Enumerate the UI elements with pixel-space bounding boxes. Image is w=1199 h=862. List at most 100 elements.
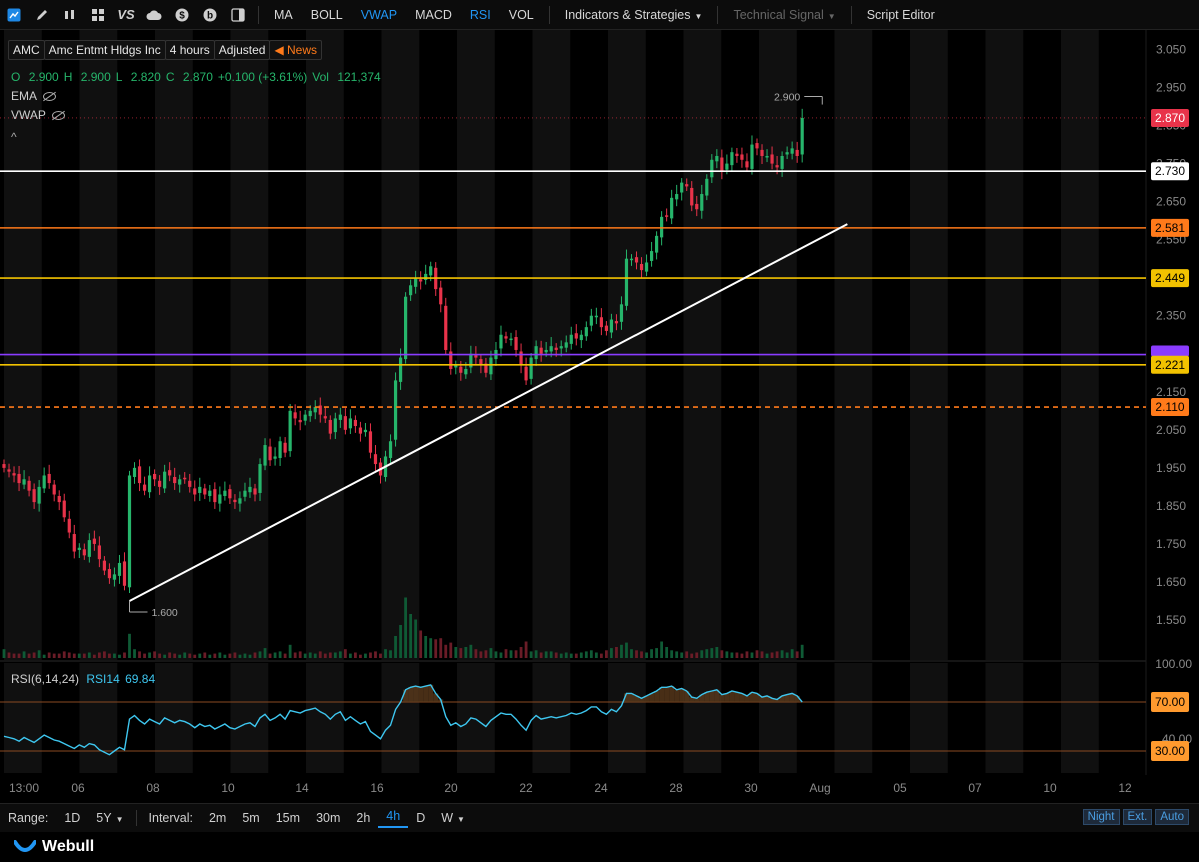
time-tick-label: Aug	[809, 781, 830, 795]
interval-15m[interactable]: 15m	[268, 811, 308, 825]
interval-30m[interactable]: 30m	[308, 811, 348, 825]
session-stripe	[985, 30, 1024, 660]
volume-bar	[153, 651, 156, 658]
open-label: O	[11, 70, 21, 84]
symbol-chip[interactable]: AMC	[8, 40, 45, 60]
price-tag-label: 2.730	[1155, 164, 1185, 178]
price-chart-svg[interactable]: 2.9001.600 3.0502.9502.8502.7502.6502.55…	[0, 30, 1199, 800]
interval-2h[interactable]: 2h	[348, 811, 378, 825]
night-mode-button[interactable]: Night	[1082, 809, 1120, 825]
volume-bar	[263, 648, 267, 658]
candle-body	[675, 194, 679, 200]
session-stripe	[683, 30, 722, 660]
interval-w[interactable]: W ▼	[433, 811, 473, 825]
close-label: C	[165, 70, 175, 84]
cloud-icon[interactable]	[140, 0, 168, 29]
volume-bar	[730, 652, 734, 658]
collapse-chevron-icon[interactable]: ^	[11, 130, 17, 144]
session-stripe	[834, 30, 873, 660]
pen-icon[interactable]	[28, 0, 56, 29]
candle-icon[interactable]	[56, 0, 84, 29]
b-icon[interactable]: b	[196, 0, 224, 29]
session-stripe	[79, 30, 118, 660]
volume-bar	[790, 649, 794, 658]
news-chip[interactable]: ◀ News	[269, 40, 323, 60]
candle-body	[243, 490, 247, 497]
boll-button[interactable]: BOLL	[302, 8, 352, 22]
candle-body	[690, 187, 694, 206]
volume-bar	[735, 652, 739, 658]
candle-body	[308, 410, 312, 417]
candle-body	[419, 279, 423, 282]
candle-body	[62, 500, 66, 518]
volume-bar	[645, 652, 648, 658]
volume-bar	[469, 644, 473, 658]
vol-button[interactable]: VOL	[500, 8, 543, 22]
time-tick-label: 28	[669, 781, 683, 795]
volume-bar	[670, 650, 674, 658]
volume-bar	[2, 649, 6, 658]
vwap-indicator[interactable]: VWAP	[11, 108, 65, 122]
technical-signal-label: Technical Signal	[733, 7, 824, 22]
candle-body	[554, 347, 558, 350]
volume-bar	[328, 652, 332, 658]
candle-body	[444, 305, 448, 350]
chart-area[interactable]: 2.9001.600 3.0502.9502.8502.7502.6502.55…	[0, 30, 1199, 800]
sidebar-icon[interactable]	[224, 0, 252, 29]
candle-body	[685, 184, 689, 187]
interval-chip[interactable]: 4 hours	[164, 40, 215, 60]
interval-4h[interactable]: 4h	[378, 809, 409, 828]
toolbar-divider	[850, 5, 852, 24]
candle-body	[735, 153, 739, 156]
candle-body	[404, 296, 408, 360]
rsi-legend: RSI(6,14,24) RSI14 69.84	[11, 672, 155, 686]
rsi-overbought-fill	[413, 686, 419, 702]
eye-hidden-icon[interactable]	[43, 91, 57, 101]
chart-icon[interactable]	[0, 0, 28, 29]
adjust-chip[interactable]: Adjusted	[213, 40, 271, 60]
range-5y[interactable]: 5Y ▼	[88, 811, 131, 825]
time-tick-label: 20	[444, 781, 458, 795]
interval-5m[interactable]: 5m	[234, 811, 267, 825]
interval-2m[interactable]: 2m	[201, 811, 234, 825]
toolbar-divider	[717, 5, 719, 24]
candle-body	[765, 155, 769, 158]
candle-body	[343, 416, 347, 430]
time-tick-label: 07	[968, 781, 982, 795]
eye-hidden-icon[interactable]	[51, 110, 65, 120]
candle-body	[193, 488, 197, 495]
top-toolbar: VS $ b MA BOLL VWAP MACD RSI VOL Indicat…	[0, 0, 1199, 30]
volume-bar	[665, 647, 669, 658]
candle-body	[363, 429, 368, 433]
volume-bar	[193, 654, 197, 658]
layout-icon[interactable]	[84, 0, 112, 29]
candle-body	[42, 475, 46, 489]
indicators-strategies-dropdown[interactable]: Indicators & Strategies ▼	[556, 8, 712, 22]
ema-indicator[interactable]: EMA	[11, 89, 57, 103]
extended-hours-button[interactable]: Ext.	[1122, 809, 1153, 825]
volume-bar	[118, 654, 121, 658]
session-stripe	[759, 30, 797, 660]
macd-button[interactable]: MACD	[406, 8, 461, 22]
volume-bar	[113, 653, 116, 658]
technical-signal-dropdown[interactable]: Technical Signal ▼	[724, 8, 844, 22]
session-stripe	[1061, 30, 1099, 660]
range-label: Range:	[8, 811, 49, 825]
candle-body	[278, 441, 282, 458]
candle-body	[12, 473, 16, 476]
rsi-button[interactable]: RSI	[461, 8, 500, 22]
range-5y-label: 5Y	[96, 811, 112, 825]
vs-icon[interactable]: VS	[112, 0, 140, 29]
script-editor-button[interactable]: Script Editor	[858, 8, 944, 22]
rsi-overbought-fill	[744, 695, 750, 702]
auto-button[interactable]: Auto	[1155, 809, 1189, 825]
interval-d[interactable]: D	[408, 811, 433, 825]
range-1d[interactable]: 1D	[56, 811, 88, 825]
ma-button[interactable]: MA	[265, 8, 302, 22]
company-name-chip[interactable]: Amc Entmt Hldgs Inc	[43, 40, 166, 60]
candle-body	[644, 262, 649, 272]
volume-bar	[705, 649, 709, 658]
vwap-button[interactable]: VWAP	[352, 8, 406, 22]
dollar-icon[interactable]: $	[168, 0, 196, 29]
candle-body	[52, 484, 56, 495]
